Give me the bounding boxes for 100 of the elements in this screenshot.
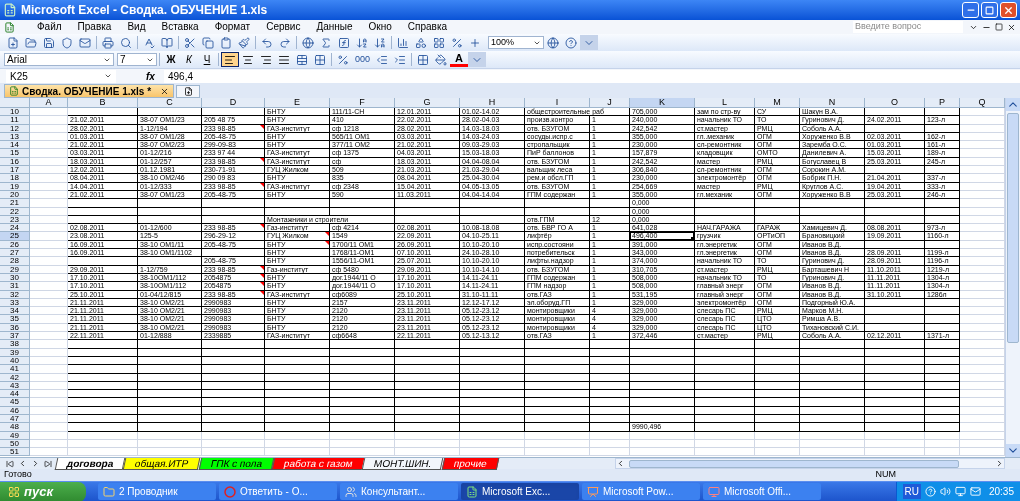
row-header[interactable]: 46: [0, 406, 30, 415]
row-header[interactable]: 39: [0, 348, 30, 357]
row-header[interactable]: 19: [0, 182, 30, 191]
scroll-down-icon[interactable]: [1006, 444, 1020, 457]
scrollbar-thumb[interactable]: [629, 459, 959, 468]
column-header[interactable]: F: [330, 98, 395, 108]
menu-item[interactable]: Окно: [360, 21, 400, 33]
font-size-dropdown[interactable]: 7: [117, 53, 157, 66]
sheet-tab[interactable]: прочие: [441, 457, 499, 470]
font-dropdown[interactable]: Arial: [4, 53, 114, 66]
row-header[interactable]: 25: [0, 232, 30, 241]
taskbar-button[interactable]: 2 Проводник: [98, 483, 216, 500]
globe-icon[interactable]: [544, 35, 562, 50]
menu-item[interactable]: Сервис: [258, 21, 309, 33]
menu-item[interactable]: Вид: [119, 21, 154, 33]
scroll-left-icon[interactable]: [616, 459, 625, 468]
toolbar-options-icon[interactable]: [468, 52, 487, 67]
italic-button[interactable]: К: [180, 52, 198, 67]
scroll-up-icon[interactable]: [1006, 98, 1020, 111]
minimize-button[interactable]: [962, 2, 979, 18]
column-header[interactable]: I: [525, 98, 590, 108]
scrollbar-thumb[interactable]: [1007, 113, 1019, 343]
underline-button[interactable]: Ч: [198, 52, 216, 67]
close-icon[interactable]: [1007, 22, 1016, 32]
column-header[interactable]: P: [925, 98, 960, 108]
first-sheet-icon[interactable]: [6, 459, 14, 468]
paintbrush-icon[interactable]: [235, 35, 253, 50]
row-header[interactable]: 45: [0, 398, 30, 407]
bold-button[interactable]: Ж: [162, 52, 180, 67]
align-left-icon[interactable]: [221, 52, 239, 67]
printer-icon[interactable]: [99, 35, 117, 50]
row-header[interactable]: 22: [0, 207, 30, 216]
copy-icon[interactable]: [199, 35, 217, 50]
previous-sheet-icon[interactable]: [18, 459, 27, 468]
row-header[interactable]: 49: [0, 431, 30, 440]
function-label[interactable]: fx: [146, 68, 164, 84]
taskbar-button[interactable]: Microsoft Exc...: [461, 483, 579, 500]
close-button[interactable]: [1000, 2, 1017, 18]
taskbar-button[interactable]: Ответить - О...: [219, 483, 337, 500]
column-header[interactable]: E: [265, 98, 330, 108]
folder-icon[interactable]: [22, 35, 40, 50]
row-header[interactable]: 31: [0, 282, 30, 291]
formula-input[interactable]: 496,4: [164, 69, 1020, 83]
row-header[interactable]: 41: [0, 365, 30, 374]
taskbar-button[interactable]: Microsoft Pow...: [582, 483, 700, 500]
sheet-tab[interactable]: ГПК с пола: [198, 457, 275, 470]
column-header[interactable]: Q: [960, 98, 1005, 108]
vertical-scrollbar[interactable]: [1005, 98, 1020, 457]
menu-item[interactable]: Данные: [308, 21, 361, 33]
column-header[interactable]: K: [630, 98, 695, 108]
menu-item[interactable]: Файл: [29, 21, 70, 33]
taskbar-button[interactable]: Microsoft Offi...: [703, 483, 821, 500]
horizontal-scrollbar[interactable]: [615, 458, 1005, 469]
language-indicator[interactable]: RU: [902, 484, 921, 499]
mail-icon[interactable]: [969, 486, 981, 497]
sheet-tab[interactable]: МОНТ.ШИН.: [362, 457, 445, 470]
column-header[interactable]: G: [395, 98, 460, 108]
column-header[interactable]: L: [695, 98, 755, 108]
scroll-right-icon[interactable]: [995, 459, 1004, 468]
column-header[interactable]: B: [68, 98, 138, 108]
row-header[interactable]: 28: [0, 257, 30, 266]
help-icon[interactable]: [562, 35, 580, 50]
column-header[interactable]: J: [590, 98, 630, 108]
close-icon[interactable]: [160, 86, 170, 96]
column-header[interactable]: D: [202, 98, 265, 108]
menu-item[interactable]: Справка: [399, 21, 456, 33]
workbook-tab[interactable]: Сводка. ОБУЧЕНИЕ 1.xls *: [4, 84, 175, 98]
speaker-icon[interactable]: [939, 486, 951, 497]
mail-icon[interactable]: [76, 35, 94, 50]
globe-icon[interactable]: [299, 35, 317, 50]
row-header[interactable]: 29: [0, 265, 30, 274]
row-header[interactable]: 11: [0, 116, 30, 125]
last-sheet-icon[interactable]: [44, 459, 52, 468]
row-header[interactable]: 21: [0, 199, 30, 208]
row-header[interactable]: 48: [0, 423, 30, 432]
menu-item[interactable]: Формат: [206, 21, 259, 33]
start-button[interactable]: пуск: [0, 481, 86, 501]
row-header[interactable]: 18: [0, 174, 30, 183]
column-header[interactable]: A: [30, 98, 68, 108]
row-header[interactable]: 51: [0, 448, 30, 457]
column-header[interactable]: O: [865, 98, 925, 108]
restore-icon[interactable]: [995, 23, 1003, 31]
row-header[interactable]: 35: [0, 315, 30, 324]
taskbar-button[interactable]: Консультант...: [340, 483, 458, 500]
sheet-tab[interactable]: работа с газом: [271, 457, 365, 470]
network-icon[interactable]: [954, 486, 966, 497]
help-icon[interactable]: [924, 486, 936, 497]
help-search-field[interactable]: Введите вопрос: [853, 21, 963, 33]
column-header[interactable]: M: [755, 98, 800, 108]
fill-handle[interactable]: [691, 236, 694, 240]
row-header[interactable]: 12: [0, 124, 30, 133]
column-header[interactable]: N: [800, 98, 865, 108]
new-tab-button[interactable]: [176, 85, 201, 98]
column-header[interactable]: C: [138, 98, 202, 108]
zoom-dropdown[interactable]: 100%: [488, 36, 544, 49]
column-header[interactable]: H: [460, 98, 525, 108]
row-header[interactable]: 38: [0, 340, 30, 349]
row-header[interactable]: 15: [0, 149, 30, 158]
name-box[interactable]: K25: [6, 69, 116, 83]
row-header[interactable]: 42: [0, 373, 30, 382]
